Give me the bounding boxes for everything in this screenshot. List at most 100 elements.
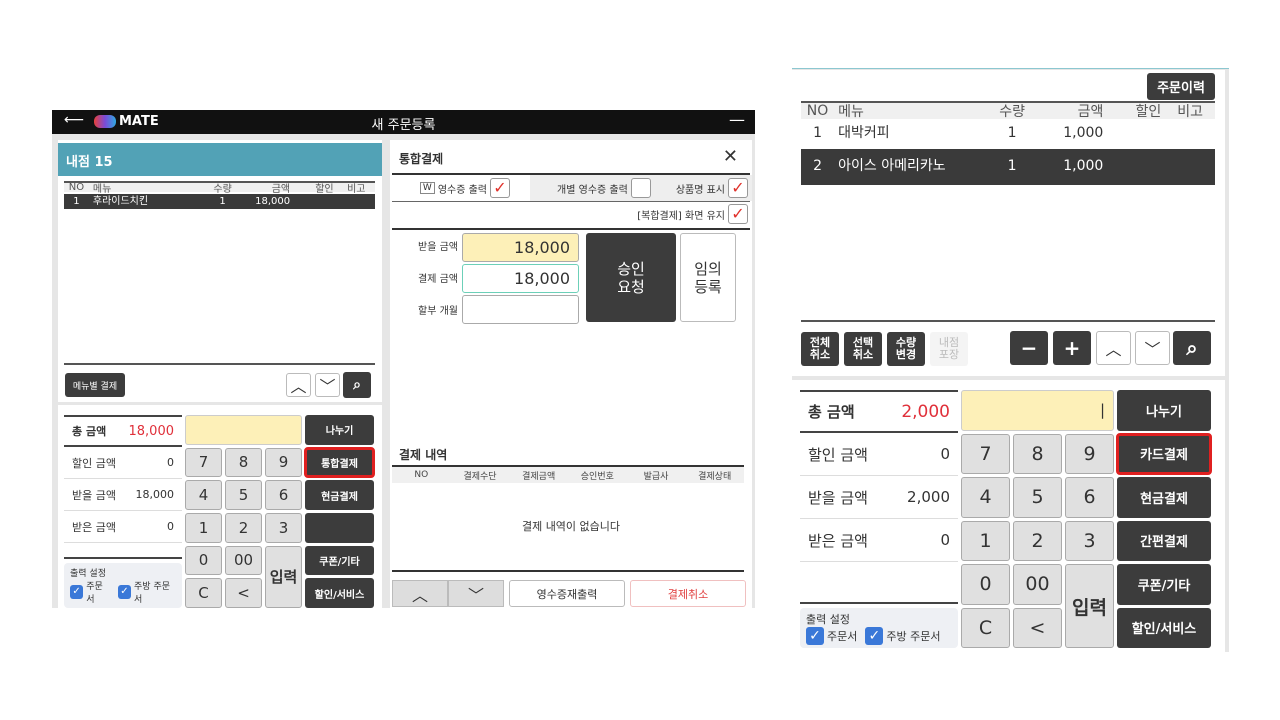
key-8[interactable]: 8 — [225, 447, 262, 478]
cell-no: 1 — [73, 195, 80, 207]
key-2[interactable]: 2 — [225, 512, 262, 543]
order-history-button[interactable]: 주문이력 — [1147, 73, 1215, 100]
cell-no: 1 — [813, 125, 823, 142]
scroll-up-button[interactable]: ︿ — [286, 373, 311, 397]
received-label: 받은 금액 — [808, 531, 868, 550]
receivable-amount-row: 받을 금액 2,000 — [800, 476, 958, 519]
chevron-down-icon: ﹀ — [1144, 340, 1161, 359]
enter-key[interactable]: 입력 — [1065, 564, 1114, 648]
individual-receipt-checkbox[interactable] — [630, 178, 651, 198]
kitchen-order-checkbox[interactable]: ✓ 주방 주문서 — [117, 579, 176, 605]
function-button[interactable]: 통합결제 — [304, 446, 375, 479]
clear-key[interactable]: C — [185, 578, 222, 608]
summary-spacer — [800, 562, 958, 604]
key-00[interactable]: 00 — [1013, 564, 1062, 605]
function-button[interactable]: 현금결제 — [1117, 477, 1211, 518]
function-button[interactable]: 현금결제 — [305, 480, 374, 510]
function-button[interactable] — [305, 512, 374, 543]
key-8[interactable]: 8 — [1013, 433, 1062, 474]
history-down-button[interactable]: ﹀ — [448, 580, 504, 607]
column-header: 비고 — [1177, 104, 1203, 121]
window-title: 새 주문등록 — [371, 118, 436, 133]
cancel-payment-button[interactable]: 결제취소 — [630, 580, 746, 607]
key-1[interactable]: 1 — [961, 520, 1010, 561]
cell-qty: 1 — [219, 195, 226, 207]
order-sheet-checkbox[interactable]: ✓ 주문서 — [806, 627, 857, 645]
key-3[interactable]: 3 — [265, 512, 302, 543]
key-9[interactable]: 9 — [265, 447, 302, 478]
backspace-key[interactable]: < — [225, 578, 262, 608]
function-button[interactable]: 카드결제 — [1116, 432, 1212, 475]
order-action-button[interactable]: 선택 취소 — [844, 332, 882, 366]
function-button[interactable]: 간편결제 — [1117, 520, 1211, 561]
key-0[interactable]: 0 — [185, 545, 222, 576]
key-5[interactable]: 5 — [1013, 477, 1062, 518]
increase-qty-button[interactable]: + — [1053, 331, 1091, 365]
installment-input[interactable] — [462, 295, 579, 324]
key-4[interactable]: 4 — [961, 477, 1010, 518]
table-row[interactable]: 2 아이스 아메리카노 1 1,000 — [801, 149, 1215, 186]
key-2[interactable]: 2 — [1013, 520, 1062, 561]
amount-display[interactable] — [185, 415, 302, 445]
table-row[interactable]: 1 후라이드치킨 1 18,000 — [64, 193, 375, 209]
search-button[interactable]: ⌕ — [343, 372, 371, 398]
order-sheet-checkbox[interactable]: ✓ 주문서 — [70, 579, 110, 605]
table-name: 내점 15 — [58, 143, 382, 176]
cell-menu: 후라이드치킨 — [92, 195, 149, 207]
order-action-button[interactable]: 내점 포장 — [930, 332, 968, 366]
cell-amount: 1,000 — [1063, 125, 1104, 142]
approve-request-button[interactable]: 승인 요청 — [586, 233, 676, 322]
column-header: 금액 — [271, 183, 291, 195]
key-1[interactable]: 1 — [185, 512, 222, 543]
scroll-down-button[interactable]: ﹀ — [315, 373, 340, 397]
order-action-button[interactable]: 전체 취소 — [801, 332, 839, 366]
menu-pay-button[interactable]: 메뉴별 결제 — [65, 373, 125, 397]
scroll-up-button[interactable]: ︿ — [1096, 331, 1131, 365]
key-00[interactable]: 00 — [225, 545, 262, 576]
minimize-button[interactable]: — — [729, 110, 745, 129]
cell-menu: 아이스 아메리카노 — [838, 158, 946, 175]
column-header: 비고 — [347, 183, 366, 195]
pay-amount-input[interactable]: 18,000 — [462, 264, 579, 293]
function-button[interactable]: 나누기 — [1117, 390, 1211, 431]
close-icon[interactable]: ✕ — [723, 146, 738, 167]
function-button[interactable]: 나누기 — [305, 415, 374, 445]
decrease-qty-button[interactable]: − — [1010, 331, 1048, 365]
search-icon: ⌕ — [1186, 336, 1198, 360]
key-0[interactable]: 0 — [961, 564, 1010, 605]
cell-amount: 1,000 — [1063, 158, 1104, 175]
function-button[interactable]: 쿠폰/기타 — [1117, 564, 1211, 605]
search-button[interactable]: ⌕ — [1173, 331, 1211, 365]
cell-menu: 대박커피 — [838, 125, 890, 142]
show-product-name-checkbox[interactable]: ✓ — [728, 178, 748, 198]
backspace-key[interactable]: < — [1013, 607, 1062, 648]
key-9[interactable]: 9 — [1065, 433, 1114, 474]
reprint-receipt-button[interactable]: 영수증재출력 — [509, 580, 625, 607]
column-header: 금액 — [1077, 104, 1104, 121]
manual-register-button[interactable]: 임의 등록 — [680, 233, 736, 322]
key-6[interactable]: 6 — [1065, 477, 1114, 518]
scroll-down-button[interactable]: ﹀ — [1135, 331, 1170, 365]
receipt-print-checkbox[interactable]: ✓ — [490, 178, 510, 198]
key-4[interactable]: 4 — [185, 480, 222, 510]
kitchen-order-checkbox[interactable]: ✓ 주방 주문서 — [865, 627, 940, 645]
amount-summary: 총 금액 2,000 할인 금액 0 받을 금액 2,000 받은 금액 0 출력 설정 ✓ 주문서… — [800, 390, 958, 648]
table-row[interactable]: 1 대박커피 1 1,000 — [801, 121, 1215, 147]
keep-screen-checkbox[interactable]: ✓ — [728, 204, 748, 224]
key-7[interactable]: 7 — [185, 447, 222, 478]
key-5[interactable]: 5 — [225, 480, 262, 510]
function-button[interactable]: 할인/서비스 — [1117, 607, 1211, 648]
function-button[interactable]: 쿠폰/기타 — [305, 545, 374, 576]
dialog-title: 통합결제 — [399, 152, 444, 166]
checkmark-icon: ✓ — [70, 584, 84, 599]
key-6[interactable]: 6 — [265, 480, 302, 510]
enter-key[interactable]: 입력 — [265, 545, 302, 608]
order-action-button[interactable]: 수량 변경 — [887, 332, 925, 366]
function-button[interactable]: 할인/서비스 — [305, 578, 374, 608]
key-7[interactable]: 7 — [961, 433, 1010, 474]
clear-key[interactable]: C — [961, 607, 1010, 648]
key-3[interactable]: 3 — [1065, 520, 1114, 561]
history-up-button[interactable]: ︿ — [392, 580, 448, 607]
title-bar: ⟵ MATE 새 주문등록 — — [52, 110, 755, 134]
amount-display[interactable]: | — [961, 390, 1114, 431]
